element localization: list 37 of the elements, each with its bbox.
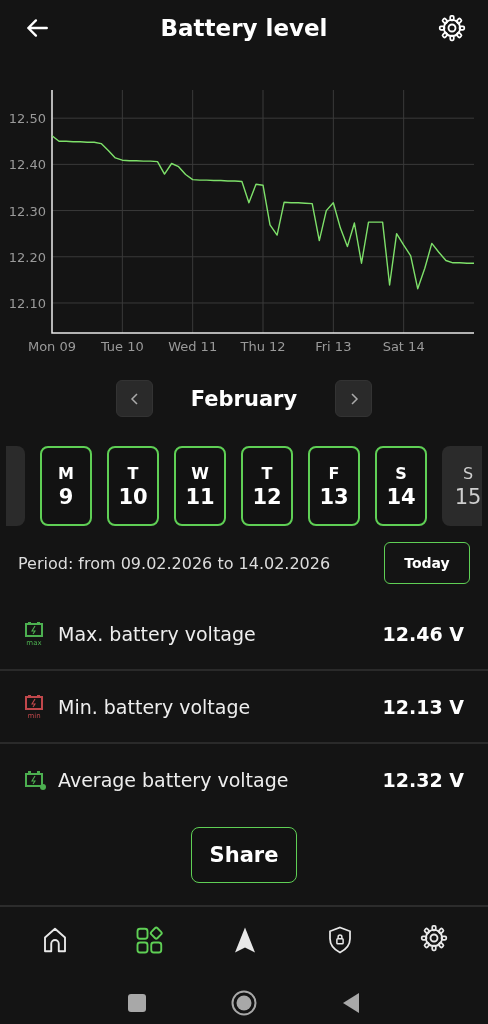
y-axis-label: 12.30 <box>8 203 46 219</box>
day-card[interactable]: S 15 <box>442 446 482 526</box>
day-card[interactable]: M 9 <box>40 446 92 526</box>
today-button[interactable]: Today <box>384 542 470 584</box>
screen-title: Battery level <box>160 15 328 41</box>
day-card[interactable]: F 13 <box>308 446 360 526</box>
stat-label: Min. battery voltage <box>58 695 252 718</box>
x-axis-label: Thu 12 <box>240 339 286 354</box>
stat-value: 12.13 V <box>382 695 464 718</box>
day-card[interactable]: W 11 <box>174 446 226 526</box>
month-label: February <box>189 386 299 411</box>
y-axis-label: 12.20 <box>8 249 46 265</box>
day-card[interactable]: T 10 <box>107 446 159 526</box>
y-axis-label: 12.40 <box>8 157 46 173</box>
y-axis-label: 12.10 <box>8 295 46 311</box>
x-axis-label: Tue 10 <box>100 339 144 354</box>
stat-value: 12.32 V <box>382 768 464 791</box>
stat-label: Average battery voltage <box>58 768 290 791</box>
day-card[interactable]: S 14 <box>375 446 427 526</box>
home-button-icon[interactable] <box>231 990 257 1016</box>
y-axis-label: 12.50 <box>8 111 46 127</box>
apps-icon[interactable] <box>135 925 166 955</box>
x-axis-label: Fri 13 <box>315 339 352 354</box>
x-axis-label: Sat 14 <box>382 339 425 354</box>
settings-icon[interactable] <box>419 924 448 952</box>
day-card[interactable]: T 12 <box>241 446 293 526</box>
settings-icon[interactable] <box>438 14 466 42</box>
x-axis-label: Wed 11 <box>168 339 218 354</box>
stat-value: 12.46 V <box>382 622 464 645</box>
recent-apps-icon[interactable] <box>127 993 147 1013</box>
x-axis-label: Mon 09 <box>27 339 77 354</box>
stat-label: Max. battery voltage <box>58 622 257 645</box>
next-month-button[interactable] <box>335 380 372 417</box>
previous-month-button[interactable] <box>116 380 153 417</box>
period-text: Period: from 09.02.2026 to 14.02.2026 <box>18 553 331 573</box>
share-button[interactable]: Share <box>191 827 297 883</box>
back-button-icon[interactable] <box>341 992 361 1014</box>
